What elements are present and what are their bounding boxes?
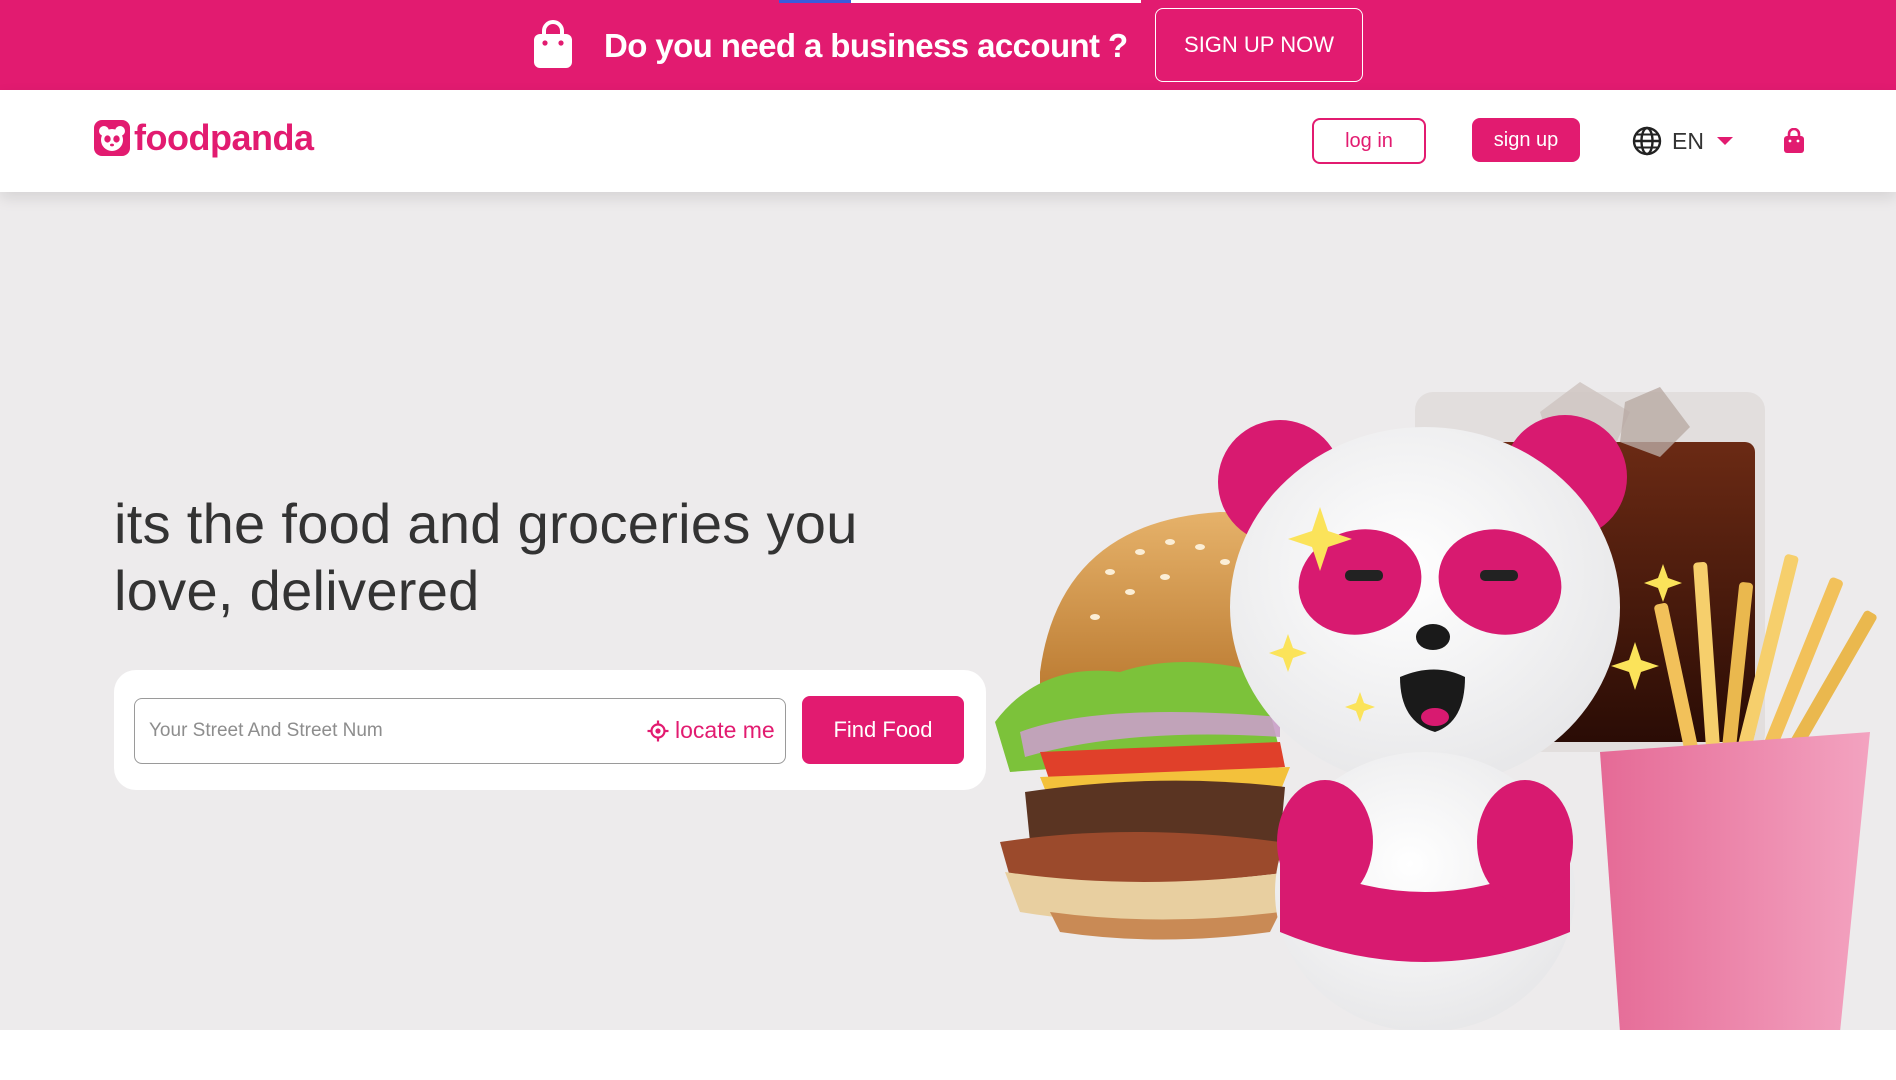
logo-text: foodpanda bbox=[134, 117, 314, 158]
language-label: EN bbox=[1672, 127, 1704, 154]
chevron-down-icon bbox=[1716, 137, 1733, 145]
log-in-button[interactable]: log in bbox=[1312, 118, 1426, 164]
shopping-bag-icon bbox=[534, 20, 572, 68]
language-selector[interactable]: EN bbox=[1632, 124, 1734, 158]
crosshair-icon bbox=[647, 720, 669, 741]
promo-text: Do you need a business account ? bbox=[604, 27, 1128, 64]
address-search-card: locate me Find Food bbox=[114, 670, 986, 790]
locate-me-button[interactable]: locate me bbox=[647, 717, 775, 744]
address-input[interactable] bbox=[149, 701, 639, 761]
locate-me-label: locate me bbox=[675, 717, 775, 743]
address-search-box: locate me bbox=[134, 698, 786, 764]
sign-up-now-button[interactable]: SIGN UP NOW bbox=[1155, 8, 1363, 82]
find-food-button[interactable]: Find Food bbox=[802, 696, 964, 764]
panda-logo-icon bbox=[94, 120, 130, 156]
site-header: foodpanda log in sign up EN bbox=[0, 90, 1896, 192]
panda-food-illustration bbox=[995, 382, 1877, 1030]
foodpanda-logo[interactable]: foodpanda bbox=[94, 117, 314, 158]
business-promo-banner: Do you need a business account ? SIGN UP… bbox=[0, 0, 1896, 90]
promo-progress-fill bbox=[779, 0, 852, 3]
promo-carousel-progress bbox=[779, 0, 1141, 3]
page-footer-gap bbox=[0, 1030, 1896, 1080]
cart-icon[interactable] bbox=[1783, 128, 1805, 154]
hero-headline: its the food and groceries you love, del… bbox=[114, 492, 858, 622]
globe-icon bbox=[1632, 126, 1662, 156]
hero-section: its the food and groceries you love, del… bbox=[0, 192, 1896, 1030]
sign-up-button[interactable]: sign up bbox=[1472, 118, 1580, 162]
